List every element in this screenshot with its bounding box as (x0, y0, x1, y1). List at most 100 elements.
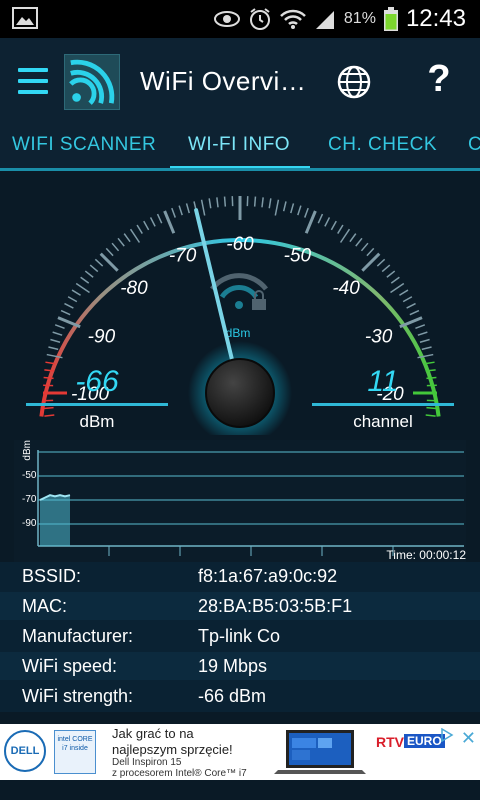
channel-underline (312, 403, 454, 406)
battery-icon (383, 7, 398, 31)
info-key: MAC: (22, 596, 67, 616)
gauge-tick (185, 203, 190, 214)
gauge-knob (205, 358, 275, 428)
info-row-strength: WiFi strength: -66 dBm (0, 682, 480, 710)
gauge-tick (339, 228, 351, 243)
gauge-tick-label: -30 (365, 327, 393, 348)
laptop-image (274, 730, 366, 774)
info-key: BSSID: (22, 566, 82, 586)
clock: 12:43 (405, 5, 466, 32)
gauge-tick (54, 324, 65, 329)
globe-icon[interactable] (336, 64, 372, 100)
tab-next[interactable]: C (468, 134, 480, 156)
info-row-speed: WiFi speed: 19 Mbps (0, 652, 480, 680)
gauge-tick (50, 338, 61, 343)
gauge-tick (149, 217, 156, 227)
gauge-tick (349, 233, 357, 243)
gauge-tick (376, 258, 386, 267)
gauge-tick (200, 199, 206, 216)
connection-info: BSSID: f8:1a:67:a9:0c:92 MAC: 28:BA:B5:0… (0, 562, 480, 712)
gauge-tick (381, 264, 391, 273)
gauge-tick (330, 220, 337, 231)
gauge-tick (268, 198, 272, 209)
gauge-tick (261, 197, 264, 208)
gauge-tick (337, 224, 344, 234)
gauge-tick (123, 233, 131, 243)
gauge-tick (71, 289, 81, 296)
gauge-tick (75, 282, 90, 294)
gauge-tick (409, 309, 420, 316)
gauge-tick (64, 302, 74, 309)
cell-signal-icon (315, 11, 334, 29)
gauge-tick (163, 210, 176, 234)
gauge-tick (419, 338, 430, 343)
gauge-tick (402, 296, 413, 303)
gauge-tick (156, 213, 163, 224)
gauge-tick (290, 203, 295, 214)
dell-logo: DELL (4, 730, 46, 772)
channel-value: 11 (367, 365, 399, 398)
signal-value: -66 (75, 365, 119, 398)
tab-channel-check[interactable]: CH. CHECK (328, 134, 437, 156)
gauge-tick-label: -60 (226, 234, 254, 255)
ad-headline-2: najlepszym sprzęcie! (112, 742, 233, 757)
info-value: f8:1a:67:a9:0c:92 (198, 566, 338, 586)
gauge-tick (129, 228, 141, 243)
gauge-tick (80, 276, 90, 284)
gauge-tick (216, 197, 219, 208)
signal-underline (26, 403, 168, 406)
gauge-tick (52, 331, 63, 336)
gauge-tick-label: -80 (120, 278, 148, 299)
gauge-tick (390, 276, 400, 284)
gauge-tick (117, 237, 125, 247)
gauge-tick (324, 217, 331, 227)
euro-logo: EURO (404, 734, 445, 748)
info-row-bssid: BSSID: f8:1a:67:a9:0c:92 (0, 562, 480, 590)
info-key: WiFi speed: (22, 656, 118, 676)
tab-wifi-scanner[interactable]: WIFI SCANNER (12, 134, 156, 156)
history-area (40, 495, 70, 546)
bottom-padding (0, 780, 480, 800)
gauge-tick (386, 270, 396, 278)
ad-choices-icon[interactable] (440, 728, 454, 742)
gauge-tick (390, 282, 405, 294)
wifi-status-icon (280, 9, 306, 29)
eye-icon (213, 11, 240, 27)
ad-banner[interactable]: DELL intel CORE i7 inside Jak grać to na… (0, 724, 480, 780)
gauge-tick (415, 324, 426, 329)
gauge-tick-label: -40 (332, 278, 360, 299)
gauge-tick (60, 309, 71, 316)
gauge-unit-label: dBm (226, 326, 251, 340)
rtv-logo: RTV (376, 734, 404, 750)
help-button[interactable]: ? (424, 58, 454, 102)
gauge-tick (84, 270, 94, 278)
ad-subline-1: Dell Inspiron 15 (112, 757, 182, 768)
info-value: Tp-link Co (198, 626, 281, 646)
info-key: WiFi strength: (22, 686, 134, 706)
menu-icon[interactable] (18, 68, 48, 94)
gauge-tick (136, 224, 143, 234)
alarm-icon (249, 8, 270, 30)
battery-percent: 81% (343, 10, 376, 27)
gauge-tick (178, 205, 183, 216)
status-bar: 81% 12:43 (0, 0, 480, 38)
tab-wifi-info[interactable]: WI-FI INFO (188, 134, 290, 156)
close-icon[interactable]: ✕ (461, 728, 476, 749)
gauge-tick (282, 201, 287, 212)
app-logo-icon[interactable] (64, 54, 120, 110)
gauge-tick (67, 296, 78, 303)
gauge-tick (399, 289, 409, 296)
info-value: 28:BA:B5:03:5B:F1 (198, 596, 353, 616)
info-value: -66 dBm (198, 686, 267, 706)
intel-badge: intel CORE i7 inside (54, 730, 96, 774)
gauge-tick (417, 331, 428, 336)
gauge-tick (361, 252, 381, 272)
gauge-tick-label: -90 (88, 327, 116, 348)
chart-y-tick-50: -50 (22, 470, 37, 481)
info-key: Manufacturer: (22, 626, 134, 646)
signal-unit-label: dBm (79, 412, 115, 431)
gauge-tick (143, 220, 150, 231)
ad-headline-1: Jak grać to na (112, 726, 194, 741)
gauge-tick (253, 196, 257, 207)
info-row-manufacturer: Manufacturer: Tp-link Co (0, 622, 480, 650)
